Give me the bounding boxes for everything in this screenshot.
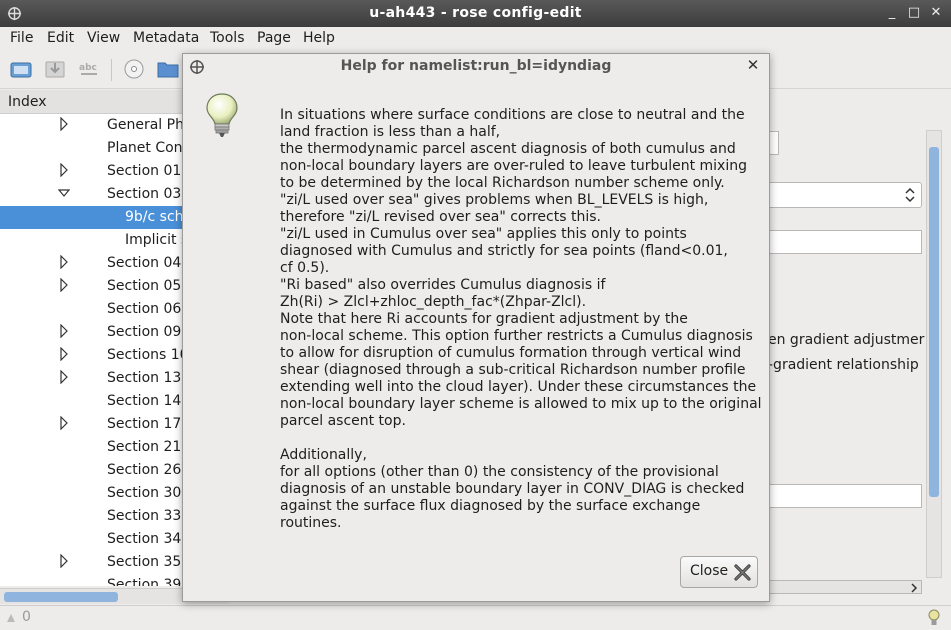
dropdown-select[interactable] — [766, 182, 922, 208]
folder-icon[interactable] — [157, 59, 179, 79]
tree-item[interactable]: General Ph — [0, 114, 182, 137]
tree-item-label: Section 03 — [107, 186, 182, 202]
disc-icon[interactable] — [123, 59, 145, 79]
lightbulb-icon[interactable] — [927, 609, 941, 627]
tree-item[interactable]: Section 03 — [0, 183, 182, 206]
tree-item-label: Section 05 — [107, 278, 182, 294]
text-entry[interactable] — [766, 230, 922, 254]
menu-edit[interactable]: Edit — [47, 30, 74, 46]
panel-horizontal-scrollbar[interactable] — [766, 580, 922, 594]
index-tree[interactable]: General Ph Planet Cons Section 01 Section 0… — [0, 114, 182, 586]
menu-file[interactable]: File — [10, 30, 33, 46]
chevron-right-icon[interactable] — [910, 583, 918, 593]
minimize-button[interactable]: _ — [883, 4, 901, 22]
window-titlebar[interactable]: u-ah443 - rose config-edit _ □ ✕ — [0, 0, 951, 27]
tree-item[interactable]: Section 06 — [0, 298, 182, 321]
tree-item[interactable]: Planet Cons — [0, 137, 182, 160]
tree-item[interactable]: Sections 10 — [0, 344, 182, 367]
maximize-button[interactable]: □ — [905, 4, 923, 22]
tree-item-label: Section 09 — [107, 324, 182, 340]
window-title: u-ah443 - rose config-edit — [369, 5, 582, 21]
tree-item[interactable]: Section 05 — [0, 275, 182, 298]
open-icon[interactable] — [10, 59, 32, 79]
svg-text:abc: abc — [79, 63, 97, 73]
tree-item-label: General Ph — [107, 117, 182, 133]
option-label-gradient-adjustment: en gradient adjustmer — [768, 332, 925, 348]
text-entry-lower[interactable] — [766, 484, 922, 508]
tree-item[interactable]: Section 09 — [0, 321, 182, 344]
error-indicator-icon — [7, 614, 15, 622]
menu-metadata[interactable]: Metadata — [133, 30, 199, 46]
tree-item-label: Section 30 — [107, 485, 182, 501]
tree-item-label: Section 34 — [107, 531, 182, 547]
statusbar: 0 — [0, 605, 951, 630]
expander-collapsed-icon[interactable] — [58, 324, 70, 338]
tree-item-label: Section 26 — [107, 462, 182, 478]
tree-item[interactable]: Section 21 — [0, 436, 182, 459]
dialog-close-icon[interactable]: ✕ — [745, 56, 761, 74]
tree-item-label: Section 21 — [107, 439, 182, 455]
help-text: In situations where surface conditions a… — [280, 107, 762, 531]
tree-item-label: Section 33 — [107, 508, 182, 524]
expander-collapsed-icon[interactable] — [58, 554, 70, 568]
tree-item[interactable]: Section 35 — [0, 551, 182, 574]
tree-item[interactable]: 9b/c sch — [0, 206, 182, 229]
expander-collapsed-icon[interactable] — [58, 117, 70, 131]
tree-item-label: Section 14 — [107, 393, 182, 409]
tree-item[interactable]: Section 14 — [0, 390, 182, 413]
expander-collapsed-icon[interactable] — [58, 255, 70, 269]
tree-item[interactable]: Section 33 — [0, 505, 182, 528]
tree-item-label: Section 01 — [107, 163, 182, 179]
tree-item[interactable]: Implicit s — [0, 229, 182, 252]
close-icon — [734, 564, 751, 581]
close-button-label: Close — [690, 563, 729, 579]
expander-collapsed-icon[interactable] — [58, 278, 70, 292]
close-button[interactable]: Close — [680, 556, 758, 588]
expander-collapsed-icon[interactable] — [58, 370, 70, 384]
menu-page[interactable]: Page — [257, 30, 291, 46]
tree-item-label: Section 04 — [107, 255, 182, 271]
tree-item-label: 9b/c sch — [125, 209, 182, 225]
tree-item[interactable]: Section 34 — [0, 528, 182, 551]
tree-item-label: Implicit s — [125, 232, 182, 248]
help-dialog: Help for namelist:run_bl=idyndiag ✕ In s… — [182, 53, 770, 602]
panel-vertical-scrollbar[interactable] — [926, 130, 942, 578]
error-count: 0 — [22, 609, 31, 625]
lightbulb-icon — [206, 93, 238, 137]
tree-item-label: Section 35 — [107, 554, 182, 570]
expander-expanded-icon[interactable] — [58, 186, 70, 200]
option-label-gradient-relationship: -gradient relationship — [768, 357, 919, 373]
expander-collapsed-icon[interactable] — [58, 163, 70, 177]
scrollbar-thumb[interactable] — [4, 592, 118, 602]
tree-item[interactable]: Section 39 — [0, 574, 182, 586]
window-close-button[interactable]: ✕ — [927, 4, 945, 22]
menubar: File Edit View Metadata Tools Page Help — [0, 27, 951, 51]
tree-item[interactable]: Section 13 — [0, 367, 182, 390]
tree-item-label: Section 13 — [107, 370, 182, 386]
tree-item-label: Section 06 — [107, 301, 182, 317]
tree-item-label: Sections 10 — [107, 347, 182, 363]
expander-collapsed-icon[interactable] — [58, 347, 70, 361]
dropdown-arrow-icon — [905, 188, 915, 202]
menu-view[interactable]: View — [87, 30, 120, 46]
tree-item[interactable]: Section 04 — [0, 252, 182, 275]
tree-item[interactable]: Section 26 — [0, 459, 182, 482]
scrollbar-thumb[interactable] — [929, 147, 939, 497]
menu-tools[interactable]: Tools — [210, 30, 245, 46]
save-icon[interactable] — [44, 59, 66, 79]
tree-item[interactable]: Section 01 — [0, 160, 182, 183]
spellcheck-icon[interactable]: abc — [78, 59, 100, 79]
index-header-label: Index — [8, 94, 47, 110]
tree-item[interactable]: Section 30 — [0, 482, 182, 505]
expander-collapsed-icon[interactable] — [58, 416, 70, 430]
tree-item-label: Planet Cons — [107, 140, 182, 156]
tree-item-label: Section 17 — [107, 416, 182, 432]
menu-help[interactable]: Help — [303, 30, 335, 46]
toolbar-separator — [111, 59, 112, 81]
tree-item-label: Section 39 — [107, 577, 182, 586]
tree-item[interactable]: Section 17 — [0, 413, 182, 436]
dialog-title: Help for namelist:run_bl=idyndiag — [340, 58, 612, 74]
